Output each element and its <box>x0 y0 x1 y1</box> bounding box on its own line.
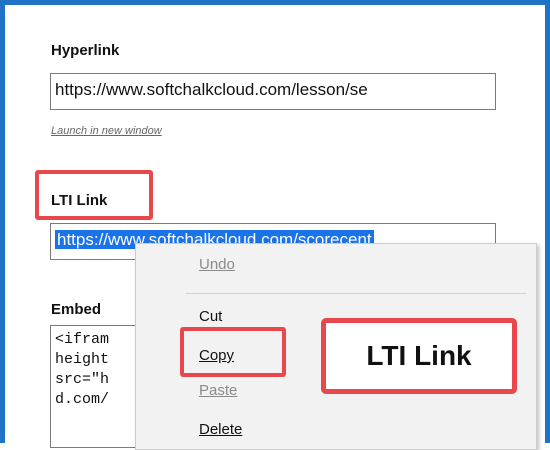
callout-text: LTI Link <box>366 340 472 371</box>
menu-item-paste-label: Paste <box>199 382 238 399</box>
menu-item-delete[interactable]: Delete <box>199 421 242 438</box>
menu-item-cut[interactable]: Cut <box>199 308 222 325</box>
menu-item-cut-label: Cut <box>199 308 223 325</box>
menu-item-undo-label: Undo <box>199 256 235 273</box>
menu-item-paste[interactable]: Paste <box>199 382 237 399</box>
lti-link-label-highlight <box>35 170 153 220</box>
hyperlink-value: https://www.softchalkcloud.com/lesson/se <box>55 80 368 99</box>
copy-item-highlight <box>180 327 286 377</box>
hyperlink-input[interactable]: https://www.softchalkcloud.com/lesson/se <box>50 73 496 110</box>
embed-label: Embed <box>51 301 102 318</box>
menu-item-delete-label: Delete <box>199 421 243 438</box>
embed-line: height <box>55 351 110 368</box>
hyperlink-label: Hyperlink <box>51 42 120 59</box>
embed-line: d.com/ <box>55 391 110 408</box>
lti-link-callout: LTI Link <box>321 318 517 394</box>
menu-separator <box>186 293 526 294</box>
embed-line: src="h <box>55 371 110 388</box>
dialog-frame: Hyperlink https://www.softchalkcloud.com… <box>0 0 550 450</box>
embed-line: <ifram <box>55 331 110 348</box>
launch-in-new-window-link[interactable]: Launch in new window <box>51 125 162 137</box>
menu-item-undo[interactable]: Undo <box>199 256 235 273</box>
